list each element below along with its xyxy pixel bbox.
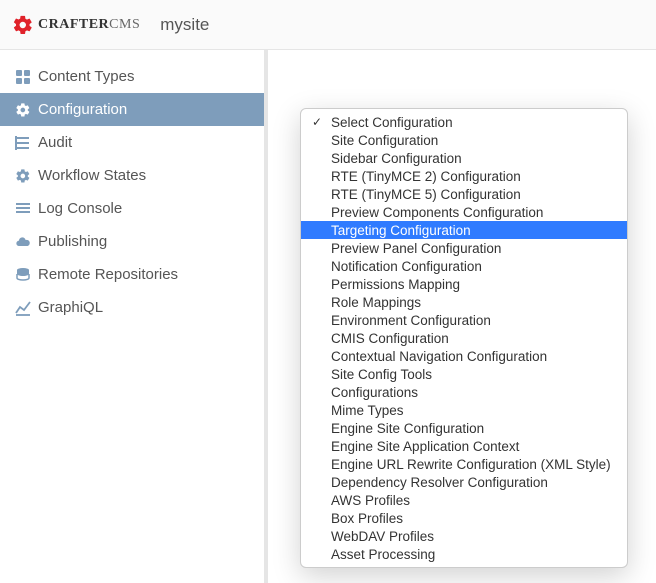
dropdown-option[interactable]: RTE (TinyMCE 5) Configuration xyxy=(301,185,627,203)
sidebar-item-content-types[interactable]: Content Types xyxy=(0,60,264,93)
sidebar-item-label: Workflow States xyxy=(38,167,146,184)
dropdown-option[interactable]: Role Mappings xyxy=(301,293,627,311)
lines-icon xyxy=(12,201,34,217)
main: Content Types Configuration Audit Workfl… xyxy=(0,50,656,583)
dropdown-option[interactable]: Site Config Tools xyxy=(301,365,627,383)
dropdown-option[interactable]: Contextual Navigation Configuration xyxy=(301,347,627,365)
dropdown-option[interactable]: Permissions Mapping xyxy=(301,275,627,293)
dropdown-option[interactable]: RTE (TinyMCE 2) Configuration xyxy=(301,167,627,185)
content-area: Select ConfigurationSite ConfigurationSi… xyxy=(268,50,656,583)
sidebar-item-label: Publishing xyxy=(38,233,107,250)
dropdown-option[interactable]: Engine URL Rewrite Configuration (XML St… xyxy=(301,455,627,473)
cloud-icon xyxy=(12,234,34,250)
dropdown-option[interactable]: Asset Processing xyxy=(301,545,627,563)
grid-icon xyxy=(12,69,34,85)
dropdown-option[interactable]: Notification Configuration xyxy=(301,257,627,275)
dropdown-option[interactable]: Environment Configuration xyxy=(301,311,627,329)
logo[interactable]: CRAFTERCMS xyxy=(12,14,140,36)
sidebar-item-label: Content Types xyxy=(38,68,134,85)
sidebar-item-remote-repositories[interactable]: Remote Repositories xyxy=(0,258,264,291)
dropdown-option[interactable]: AWS Profiles xyxy=(301,491,627,509)
sidebar-item-label: Remote Repositories xyxy=(38,266,178,283)
sidebar-item-log-console[interactable]: Log Console xyxy=(0,192,264,225)
list-icon xyxy=(12,135,34,151)
sidebar-item-configuration[interactable]: Configuration xyxy=(0,93,264,126)
sidebar-item-workflow-states[interactable]: Workflow States xyxy=(0,159,264,192)
sidebar-item-audit[interactable]: Audit xyxy=(0,126,264,159)
sidebar-item-label: Log Console xyxy=(38,200,122,217)
sidebar-item-label: GraphiQL xyxy=(38,299,103,316)
configuration-dropdown[interactable]: Select ConfigurationSite ConfigurationSi… xyxy=(300,108,628,568)
sidebar: Content Types Configuration Audit Workfl… xyxy=(0,50,268,583)
dropdown-option[interactable]: Site Configuration xyxy=(301,131,627,149)
header: CRAFTERCMS mysite xyxy=(0,0,656,50)
sidebar-item-publishing[interactable]: Publishing xyxy=(0,225,264,258)
site-name[interactable]: mysite xyxy=(160,15,209,35)
dropdown-option[interactable]: Box Profiles xyxy=(301,509,627,527)
dropdown-option[interactable]: Preview Panel Configuration xyxy=(301,239,627,257)
gear-icon xyxy=(12,102,34,118)
dropdown-option[interactable]: Preview Components Configuration xyxy=(301,203,627,221)
dropdown-option[interactable]: Mime Types xyxy=(301,401,627,419)
dropdown-option[interactable]: Sidebar Configuration xyxy=(301,149,627,167)
sidebar-item-graphiql[interactable]: GraphiQL xyxy=(0,291,264,324)
dropdown-option[interactable]: Configurations xyxy=(301,383,627,401)
dropdown-option[interactable]: CMIS Configuration xyxy=(301,329,627,347)
dropdown-option[interactable]: Dependency Resolver Configuration xyxy=(301,473,627,491)
dropdown-option[interactable]: Engine Site Application Context xyxy=(301,437,627,455)
dropdown-option[interactable]: Select Configuration xyxy=(301,113,627,131)
dropdown-option[interactable]: Engine Site Configuration xyxy=(301,419,627,437)
dropdown-option[interactable]: Targeting Configuration xyxy=(301,221,627,239)
sidebar-item-label: Configuration xyxy=(38,101,127,118)
db-icon xyxy=(12,267,34,283)
sidebar-item-label: Audit xyxy=(38,134,72,151)
gear-icon xyxy=(12,168,34,184)
logo-text: CRAFTERCMS xyxy=(38,17,140,33)
chart-icon xyxy=(12,300,34,316)
gear-icon xyxy=(12,14,34,36)
dropdown-option[interactable]: WebDAV Profiles xyxy=(301,527,627,545)
